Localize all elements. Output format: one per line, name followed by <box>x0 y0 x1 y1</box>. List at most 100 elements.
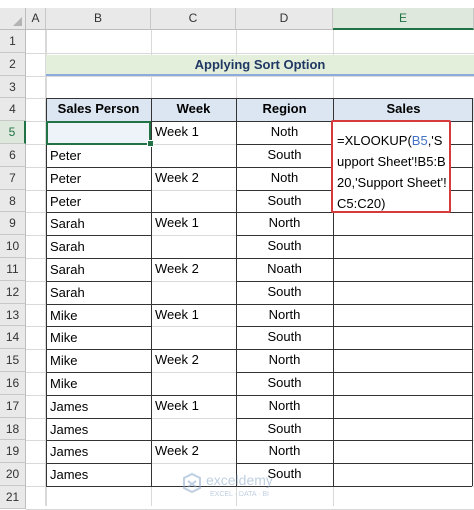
region-cell[interactable]: North <box>236 304 333 327</box>
week-cell[interactable]: Week 2 <box>151 349 236 372</box>
region-cell[interactable]: South <box>236 190 333 213</box>
watermark-name: exceldemy <box>206 472 273 488</box>
sales-person-cell[interactable]: James <box>46 463 151 486</box>
week-cell[interactable] <box>151 418 236 441</box>
row-header-14[interactable]: 14 <box>0 326 26 350</box>
sales-cell[interactable] <box>333 235 474 258</box>
sales-cell[interactable] <box>333 418 474 441</box>
sales-cell[interactable] <box>333 372 474 395</box>
row-header-6[interactable]: 6 <box>0 144 26 167</box>
select-all-triangle-icon <box>13 17 22 26</box>
row-header-1[interactable]: 1 <box>0 30 26 53</box>
region-cell[interactable]: South <box>236 418 333 441</box>
header-region: Region <box>236 98 333 122</box>
sales-person-cell[interactable]: Peter <box>46 167 151 190</box>
week-cell[interactable]: Week 1 <box>151 304 236 327</box>
row-header-10[interactable]: 10 <box>0 235 26 258</box>
sales-cell[interactable] <box>333 281 474 304</box>
sales-person-cell[interactable]: Mike <box>46 349 151 372</box>
sales-cell[interactable] <box>333 304 474 327</box>
row-header-7[interactable]: 7 <box>0 166 26 190</box>
sales-cell[interactable] <box>333 258 474 281</box>
sales-cell[interactable] <box>333 395 474 418</box>
sales-person-cell[interactable]: Sarah <box>46 258 151 281</box>
region-cell[interactable]: South <box>236 281 333 304</box>
week-cell[interactable]: Week 1 <box>151 395 236 418</box>
region-cell[interactable]: South <box>236 235 333 258</box>
table-border <box>46 303 151 305</box>
table-border <box>151 121 236 123</box>
week-cell[interactable]: Week 2 <box>151 167 236 190</box>
week-cell[interactable] <box>151 144 236 167</box>
row-header-9[interactable]: 9 <box>0 212 26 236</box>
sales-person-cell[interactable]: Mike <box>46 372 151 395</box>
week-cell[interactable]: Week 1 <box>151 121 236 144</box>
region-cell[interactable]: North <box>236 349 333 372</box>
week-cell[interactable] <box>151 281 236 304</box>
table-border <box>236 258 472 259</box>
exceldemy-logo-icon <box>183 472 201 494</box>
sales-cell[interactable] <box>333 440 474 463</box>
row-header-11[interactable]: 11 <box>0 258 26 281</box>
region-cell[interactable]: Noath <box>236 258 333 281</box>
row-header-20[interactable]: 20 <box>0 463 26 486</box>
table-border <box>151 98 152 486</box>
row-header-13[interactable]: 13 <box>0 303 26 327</box>
region-cell[interactable]: North <box>236 440 333 463</box>
row-header-3[interactable]: 3 <box>0 75 26 99</box>
table-border <box>46 463 151 465</box>
column-header-e[interactable]: E <box>333 8 474 30</box>
sales-cell[interactable] <box>333 212 474 235</box>
header-week: Week <box>151 98 236 122</box>
table-border <box>236 303 472 305</box>
row-header-15[interactable]: 15 <box>0 349 26 372</box>
select-all-corner[interactable] <box>0 8 26 30</box>
sales-person-cell[interactable]: Mike <box>46 326 151 349</box>
row-header-12[interactable]: 12 <box>0 280 26 304</box>
sales-person-cell[interactable]: Peter <box>46 144 151 167</box>
sales-person-cell[interactable]: Sarah <box>46 235 151 258</box>
sales-person-cell[interactable]: James <box>46 440 151 463</box>
region-cell[interactable]: South <box>236 144 333 167</box>
fill-handle[interactable] <box>147 140 154 147</box>
row-header-17[interactable]: 17 <box>0 394 26 418</box>
region-cell[interactable]: Noth <box>236 121 333 144</box>
week-cell[interactable]: Week 2 <box>151 258 236 281</box>
table-border <box>46 326 151 328</box>
row-header-8[interactable]: 8 <box>0 189 26 213</box>
column-header-d[interactable]: D <box>236 8 333 30</box>
sales-person-cell[interactable]: Peter <box>46 190 151 213</box>
region-cell[interactable]: South <box>236 372 333 395</box>
week-cell[interactable]: Week 1 <box>151 212 236 235</box>
sales-person-cell[interactable]: James <box>46 418 151 441</box>
week-cell[interactable] <box>151 235 236 258</box>
region-cell[interactable]: Noth <box>236 167 333 190</box>
sales-person-cell[interactable]: Mike <box>46 304 151 327</box>
week-cell[interactable] <box>151 372 236 395</box>
week-cell[interactable] <box>151 326 236 349</box>
sales-cell[interactable] <box>333 349 474 372</box>
row-header-5[interactable]: 5 <box>0 121 26 144</box>
row-header-19[interactable]: 19 <box>0 440 26 464</box>
row-header-18[interactable]: 18 <box>0 417 26 441</box>
row-header-4[interactable]: 4 <box>0 98 26 122</box>
column-header-b[interactable]: B <box>46 8 151 30</box>
active-cell-b5[interactable] <box>46 121 151 145</box>
sales-person-cell[interactable]: Sarah <box>46 281 151 304</box>
row-header-2[interactable]: 2 <box>0 52 26 76</box>
table-border <box>46 98 472 100</box>
column-header-c[interactable]: C <box>151 8 236 30</box>
region-cell[interactable]: North <box>236 212 333 235</box>
sales-person-cell[interactable]: Sarah <box>46 212 151 235</box>
region-cell[interactable]: South <box>236 326 333 349</box>
week-cell[interactable]: Week 2 <box>151 440 236 463</box>
sales-cell[interactable] <box>333 463 474 486</box>
sales-cell[interactable] <box>333 326 474 349</box>
column-header-a[interactable]: A <box>26 8 46 30</box>
region-cell[interactable]: North <box>236 395 333 418</box>
sales-person-cell[interactable]: James <box>46 395 151 418</box>
row-header-16[interactable]: 16 <box>0 372 26 395</box>
formula-edit-box[interactable]: =XLOOKUP(B5,'Support Sheet'!B5:B20,'Supp… <box>331 120 451 214</box>
week-cell[interactable] <box>151 190 236 213</box>
row-header-21[interactable]: 21 <box>0 486 26 509</box>
